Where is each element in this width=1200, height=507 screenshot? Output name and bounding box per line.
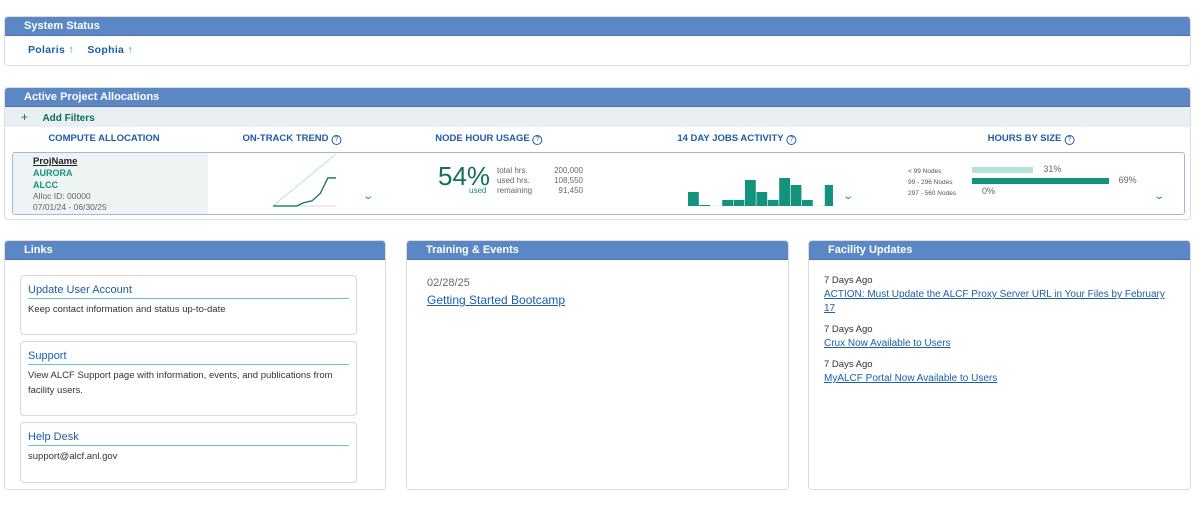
jobs-bar bbox=[824, 185, 833, 206]
system-status-panel: System Status Polaris ↑ Sophia ↑ bbox=[4, 16, 1191, 66]
column-on-track-trend: ON-TRACK TREND? bbox=[242, 133, 342, 145]
stat-value-remaining: 91,450 bbox=[558, 186, 583, 195]
jobs-bar bbox=[767, 200, 779, 206]
plus-icon: + bbox=[21, 110, 29, 124]
list-item: 7 Days Ago Crux Now Available to Users bbox=[824, 323, 1174, 351]
allocations-panel: Active Project Allocations + Add Filters… bbox=[4, 87, 1191, 220]
allocations-header: Active Project Allocations bbox=[5, 88, 1190, 107]
jobs-bar bbox=[756, 192, 768, 206]
update-link[interactable]: Crux Now Available to Users bbox=[824, 337, 1174, 351]
trend-actual-line bbox=[273, 177, 336, 207]
event-date: 02/28/25 bbox=[427, 277, 470, 289]
add-filters-button[interactable]: + Add Filters bbox=[5, 107, 1190, 127]
system-status-header: System Status bbox=[5, 17, 1190, 36]
update-age: 7 Days Ago bbox=[824, 359, 873, 370]
node-hours-stat-values: 200,000 108,550 91,450 bbox=[541, 166, 583, 196]
project-name-link[interactable]: ProjName bbox=[33, 156, 77, 167]
jobs-bar bbox=[722, 200, 733, 206]
system-status-polaris[interactable]: Polaris ↑ bbox=[28, 44, 77, 56]
help-icon[interactable]: ? bbox=[331, 135, 342, 145]
expand-trend-chevron-icon[interactable]: ⌄ bbox=[362, 191, 374, 202]
system-name: Sophia bbox=[87, 44, 125, 56]
allocation-dates: 07/01/24 - 06/30/25 bbox=[33, 202, 107, 212]
event-link[interactable]: Getting Started Bootcamp bbox=[427, 293, 565, 307]
system-status-sophia[interactable]: Sophia ↑ bbox=[87, 44, 133, 56]
arrow-up-icon: ↑ bbox=[127, 44, 134, 56]
allocation-id: Alloc ID: 00000 bbox=[33, 191, 91, 201]
links-header: Links bbox=[5, 241, 385, 260]
size-value-label: 69% bbox=[1118, 175, 1137, 185]
jobs-bar bbox=[802, 200, 813, 206]
link-description: Keep contact information and status up-t… bbox=[28, 304, 226, 315]
jobs-bar bbox=[688, 192, 699, 206]
stat-value-total: 200,000 bbox=[554, 166, 583, 175]
size-bar bbox=[972, 167, 1034, 173]
size-value-label: 0% bbox=[982, 186, 996, 196]
update-link[interactable]: ACTION: Must Update the ALCF Proxy Serve… bbox=[824, 288, 1174, 316]
arrow-up-icon: ↑ bbox=[68, 44, 75, 56]
training-events-panel: Training & Events 02/28/25 Getting Start… bbox=[406, 240, 789, 490]
jobs-bar bbox=[790, 185, 802, 206]
stat-label-total: total hrs. bbox=[497, 166, 528, 175]
stat-label-remaining: remaining bbox=[497, 186, 533, 195]
stat-label-used: used hrs. bbox=[497, 176, 530, 185]
column-compute-allocation: COMPUTE ALLOCATION bbox=[48, 133, 160, 144]
expand-jobs-chevron-icon[interactable]: ⌄ bbox=[842, 191, 854, 202]
update-link[interactable]: MyALCF Portal Now Available to Users bbox=[824, 372, 1174, 386]
update-user-account-link[interactable]: Update User Account bbox=[28, 284, 349, 299]
size-label: 99 - 296 Nodes bbox=[908, 179, 953, 186]
link-card-help-desk: Help Desk support@alcf.anl.gov bbox=[20, 422, 357, 483]
allocation-info: ProjName AURORA ALCC Alloc ID: 00000 07/… bbox=[13, 153, 208, 214]
facility-header: Facility Updates bbox=[809, 241, 1190, 260]
column-hours-by-size: HOURS BY SIZE? bbox=[988, 133, 1075, 145]
size-value-label: 31% bbox=[1043, 164, 1062, 174]
allocation-system: AURORA bbox=[33, 168, 73, 178]
help-desk-link[interactable]: Help Desk bbox=[28, 431, 349, 446]
size-label: < 99 Nodes bbox=[908, 168, 942, 175]
support-link[interactable]: Support bbox=[28, 350, 349, 365]
list-item: 7 Days Ago ACTION: Must Update the ALCF … bbox=[824, 274, 1174, 316]
help-desk-email[interactable]: support@alcf.anl.gov bbox=[28, 446, 349, 464]
hours-by-size-labels: < 99 Nodes 99 - 296 Nodes 297 - 560 Node… bbox=[908, 166, 956, 199]
expand-size-chevron-icon[interactable]: ⌄ bbox=[1153, 191, 1165, 202]
links-panel: Links Update User Account Keep contact i… bbox=[4, 240, 386, 490]
stat-value-used: 108,550 bbox=[554, 176, 583, 185]
update-age: 7 Days Ago bbox=[824, 324, 873, 335]
size-label: 297 - 560 Nodes bbox=[908, 190, 957, 197]
facility-updates-list: 7 Days Ago ACTION: Must Update the ALCF … bbox=[824, 274, 1174, 393]
link-card-support: Support View ALCF Support page with info… bbox=[20, 341, 357, 416]
facility-updates-panel: Facility Updates 7 Days Ago ACTION: Must… bbox=[808, 240, 1191, 490]
jobs-bar bbox=[779, 178, 790, 206]
jobs-bar bbox=[733, 200, 745, 206]
column-node-hour-usage: NODE HOUR USAGE? bbox=[435, 133, 543, 145]
column-headers: COMPUTE ALLOCATION ON-TRACK TREND? NODE … bbox=[5, 127, 1190, 152]
link-description: View ALCF Support page with information,… bbox=[28, 370, 333, 396]
allocation-program: ALCC bbox=[33, 180, 58, 190]
help-icon[interactable]: ? bbox=[786, 135, 797, 145]
size-bar bbox=[972, 178, 1109, 184]
training-header: Training & Events bbox=[407, 241, 788, 260]
node-hours-used-label: used bbox=[469, 186, 487, 195]
list-item: 7 Days Ago MyALCF Portal Now Available t… bbox=[824, 358, 1174, 386]
help-icon[interactable]: ? bbox=[1064, 135, 1075, 145]
jobs-activity-chart bbox=[688, 178, 833, 207]
column-jobs-activity: 14 DAY JOBS ACTIVITY? bbox=[677, 133, 797, 145]
help-icon[interactable]: ? bbox=[532, 135, 543, 145]
allocation-card: ProjName AURORA ALCC Alloc ID: 00000 07/… bbox=[12, 152, 1185, 215]
system-name: Polaris bbox=[28, 44, 66, 56]
on-track-trend-chart bbox=[272, 153, 337, 207]
jobs-bar bbox=[699, 205, 711, 206]
add-filters-label: Add Filters bbox=[42, 113, 95, 124]
update-age: 7 Days Ago bbox=[824, 275, 873, 286]
node-hours-stat-labels: total hrs. used hrs. remaining bbox=[497, 166, 532, 196]
link-card-update-account: Update User Account Keep contact informa… bbox=[20, 275, 357, 335]
jobs-bar bbox=[745, 180, 756, 206]
